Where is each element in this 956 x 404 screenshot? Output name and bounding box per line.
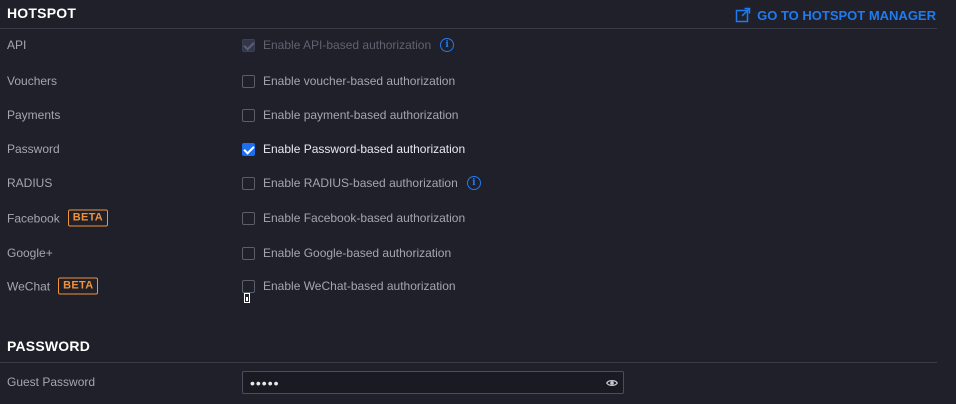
external-link-icon <box>735 7 751 23</box>
row-label-text: Payments <box>7 108 61 122</box>
row-label-text: Google+ <box>7 246 53 260</box>
wechat-auth-option[interactable]: Enable WeChat-based authorization <box>242 279 456 293</box>
hotspot-divider <box>0 28 937 29</box>
row-label-text: WeChat <box>7 279 51 293</box>
beta-badge: BETA <box>58 277 99 295</box>
voucher-auth-option[interactable]: Enable voucher-based authorization <box>242 74 455 88</box>
row-label-text: API <box>7 38 27 52</box>
row-label: RADIUS <box>7 176 52 190</box>
wechat-auth-label: Enable WeChat-based authorization <box>263 279 456 293</box>
radius-auth-checkbox[interactable] <box>242 176 255 190</box>
password-auth-label: Enable Password-based authorization <box>263 142 466 156</box>
beta-badge: BETA <box>67 209 109 227</box>
hotspot-row-google: Google+ Enable Google-based authorizatio… <box>0 241 937 265</box>
facebook-auth-option[interactable]: Enable Facebook-based authorization <box>242 211 465 225</box>
go-to-hotspot-manager-label: GO TO HOTSPOT MANAGER <box>757 7 936 23</box>
row-label: Payments <box>7 108 60 122</box>
hotspot-row-payments: Payments Enable payment-based authorizat… <box>0 103 937 127</box>
hotspot-section-title: HOTSPOT <box>7 5 77 21</box>
voucher-auth-checkbox[interactable] <box>242 74 255 88</box>
row-label-text: Password <box>7 142 60 156</box>
radius-auth-label: Enable RADIUS-based authorization <box>263 176 458 190</box>
mouse-cursor-icon <box>244 293 250 303</box>
payment-auth-label: Enable payment-based authorization <box>263 108 459 122</box>
google-auth-option[interactable]: Enable Google-based authorization <box>242 246 451 260</box>
google-auth-checkbox[interactable] <box>242 246 255 260</box>
password-auth-checkbox[interactable] <box>242 142 255 156</box>
row-label-text: RADIUS <box>7 176 53 190</box>
hotspot-row-facebook: Facebook BETA Enable Facebook-based auth… <box>0 206 937 230</box>
hotspot-row-wechat: WeChat BETA Enable WeChat-based authoriz… <box>0 274 937 298</box>
row-label: Vouchers <box>7 74 57 88</box>
go-to-hotspot-manager-link[interactable]: GO TO HOTSPOT MANAGER <box>735 7 936 23</box>
row-label-text: Vouchers <box>7 74 58 88</box>
hotspot-row-vouchers: Vouchers Enable voucher-based authorizat… <box>0 69 937 93</box>
password-divider <box>0 362 937 363</box>
guest-password-label: Guest Password <box>7 375 96 389</box>
wechat-auth-checkbox[interactable] <box>242 279 255 293</box>
eye-icon[interactable] <box>606 377 618 389</box>
row-label: Guest Password <box>7 375 95 389</box>
api-auth-label: Enable API-based authorization <box>263 38 432 52</box>
row-label: API <box>7 38 26 52</box>
row-label-text: Facebook <box>7 211 60 225</box>
payment-auth-option[interactable]: Enable payment-based authorization <box>242 108 458 122</box>
hotspot-row-password: Password Enable Password-based authoriza… <box>0 137 937 161</box>
hotspot-row-api: API Enable API-based authorization i <box>0 33 937 57</box>
password-section-title: PASSWORD <box>7 338 91 354</box>
guest-password-value: ••••• <box>250 375 280 391</box>
facebook-auth-label: Enable Facebook-based authorization <box>263 211 466 225</box>
facebook-auth-checkbox[interactable] <box>242 211 255 225</box>
row-label: Google+ <box>7 246 53 260</box>
row-label: Facebook BETA <box>7 209 109 227</box>
voucher-auth-label: Enable voucher-based authorization <box>263 74 456 88</box>
info-icon[interactable]: i <box>466 176 481 190</box>
api-auth-checkbox[interactable] <box>242 38 255 52</box>
radius-auth-option[interactable]: Enable RADIUS-based authorization i <box>242 176 481 190</box>
api-auth-option[interactable]: Enable API-based authorization i <box>242 38 455 52</box>
info-icon[interactable]: i <box>440 38 455 52</box>
guest-password-field[interactable]: ••••• <box>242 371 624 394</box>
row-label: Password <box>7 142 60 156</box>
row-label: WeChat BETA <box>7 277 99 295</box>
payment-auth-checkbox[interactable] <box>242 108 255 122</box>
hotspot-row-radius: RADIUS Enable RADIUS-based authorization… <box>0 171 937 195</box>
password-auth-option[interactable]: Enable Password-based authorization <box>242 142 465 156</box>
google-auth-label: Enable Google-based authorization <box>263 246 452 260</box>
